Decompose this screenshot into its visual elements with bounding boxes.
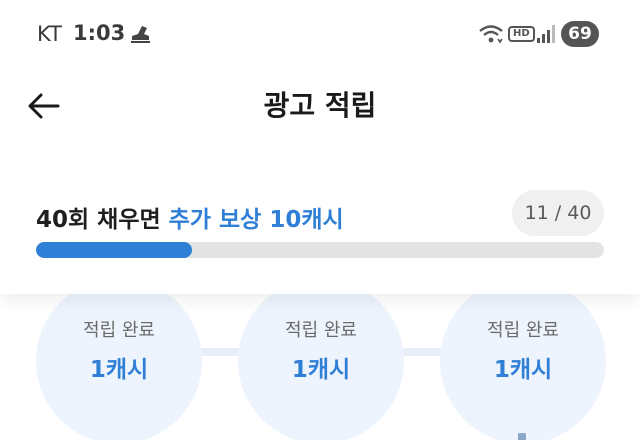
clock: 1:03 (73, 21, 126, 45)
reward-amount: 1캐시 (89, 357, 149, 383)
signal-icon (537, 25, 555, 43)
wifi-icon (479, 25, 503, 44)
reward-status: 적립 완료 (83, 320, 155, 341)
shoe-icon (131, 26, 150, 43)
bonus-reward-prefix: 40회 채우면 (36, 207, 169, 233)
reward-item[interactable]: 적립 완료 1캐시 (238, 278, 404, 440)
page-title: 광고 적립 (263, 89, 377, 122)
reward-list: 적립 완료 1캐시 적립 완료 1캐시 적립 완료 1캐시 (0, 278, 640, 440)
reward-status: 적립 완료 (487, 320, 559, 341)
progress-count-badge: 11 / 40 (512, 190, 604, 236)
hd-voice-icon: HD (508, 26, 535, 42)
reward-amount: 1캐시 (493, 357, 553, 383)
screen: KT 1:03 HD 69 광고 적립 40회 채우면 추가 보상 10캐시 1… (0, 0, 640, 440)
battery-icon: 69 (561, 21, 599, 47)
status-bar: KT 1:03 HD 69 (0, 0, 640, 66)
bonus-reward-text: 40회 채우면 추가 보상 10캐시 (36, 200, 344, 234)
reward-status: 적립 완료 (285, 320, 357, 341)
carrier-label: KT (37, 22, 62, 46)
progress-bar-fill (36, 242, 193, 258)
scroll-marker (518, 433, 526, 440)
bonus-reward-highlight: 추가 보상 10캐시 (168, 207, 344, 233)
reward-item[interactable]: 적립 완료 1캐시 (440, 278, 606, 440)
reward-amount: 1캐시 (291, 357, 351, 383)
reward-item[interactable]: 적립 완료 1캐시 (36, 278, 202, 440)
progress-card: 40회 채우면 추가 보상 10캐시 11 / 40 (0, 160, 640, 294)
progress-bar (36, 242, 604, 258)
